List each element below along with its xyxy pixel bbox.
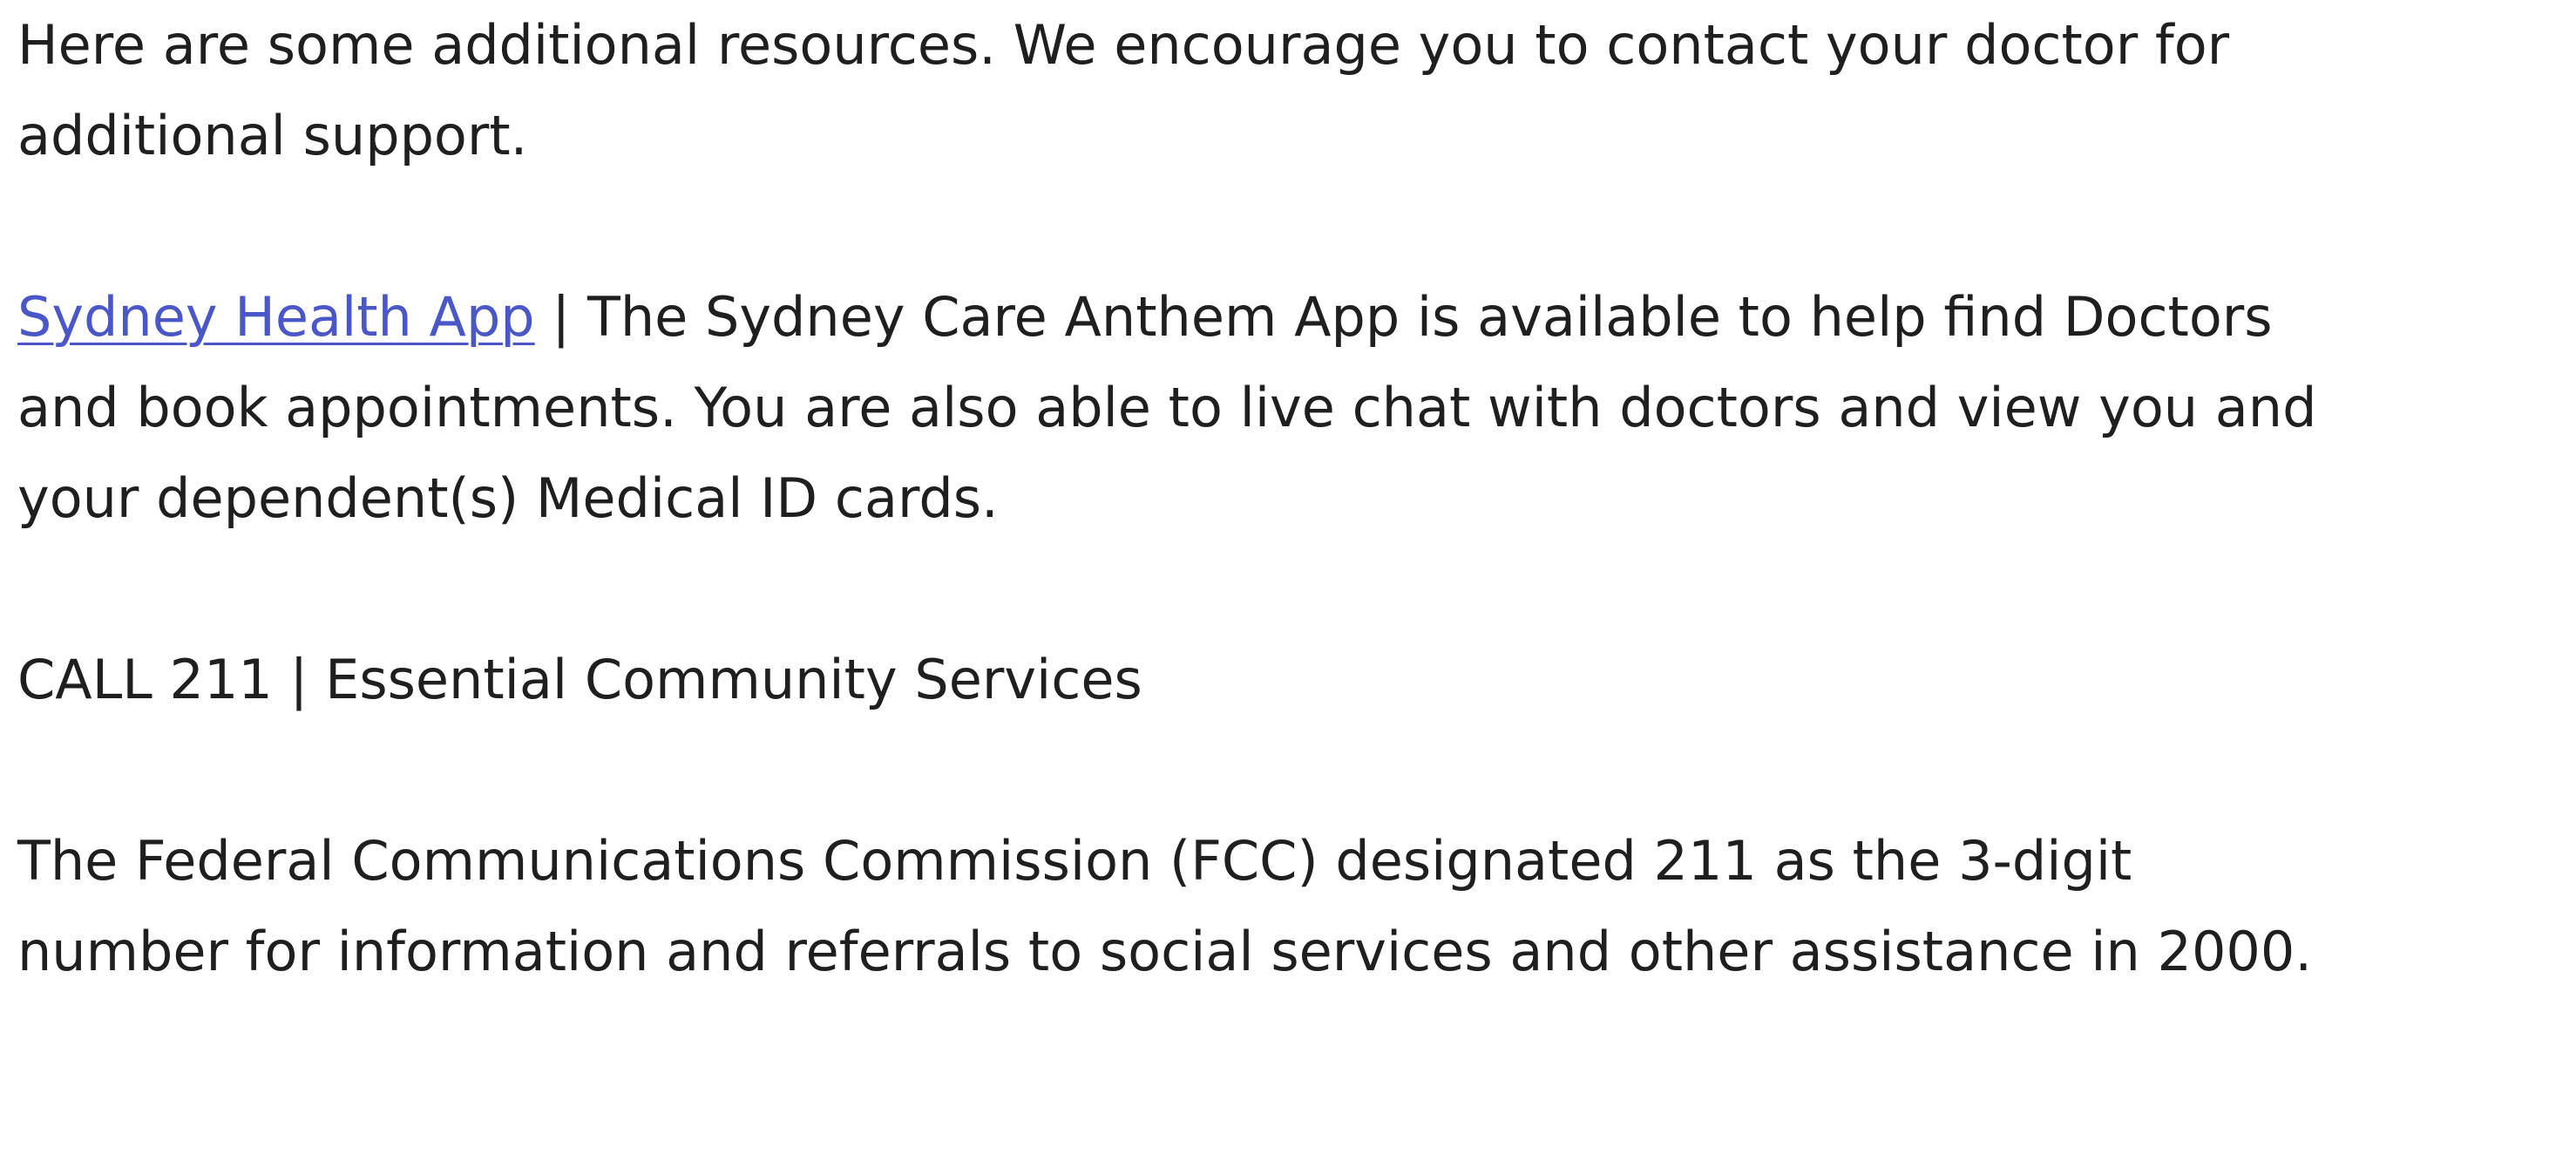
intro-line-1: Here are some additional resources. We e… <box>17 13 2230 77</box>
sydney-line-2: and book appointments. You are also able… <box>17 376 2317 439</box>
resources-content: Here are some additional resources. We e… <box>0 0 2576 997</box>
sydney-line-1: Sydney Health App | The Sydney Care Anth… <box>17 272 2559 363</box>
fcc-line-1: The Federal Communications Commission (F… <box>17 829 2132 893</box>
call-211-heading-text: CALL 211 | Essential Community Services <box>17 648 1142 711</box>
intro-paragraph: Here are some additional resources. We e… <box>17 0 2559 181</box>
intro-line-2: additional support. <box>17 104 528 167</box>
fcc-line-2: number for information and referrals to … <box>17 920 2313 983</box>
fcc-paragraph: The Federal Communications Commission (F… <box>17 816 2559 997</box>
sydney-health-app-link[interactable]: Sydney Health App <box>17 285 535 349</box>
call-211-heading: CALL 211 | Essential Community Services <box>17 635 2559 725</box>
sydney-line-1-text: | The Sydney Care Anthem App is availabl… <box>534 285 2273 349</box>
sydney-paragraph: Sydney Health App | The Sydney Care Anth… <box>17 272 2559 544</box>
sydney-line-3: your dependent(s) Medical ID cards. <box>17 466 999 530</box>
